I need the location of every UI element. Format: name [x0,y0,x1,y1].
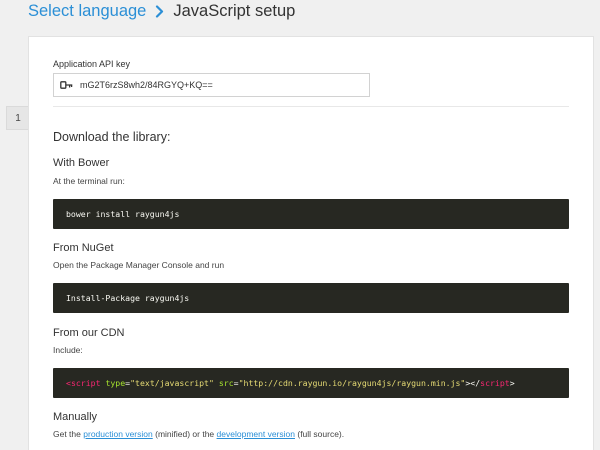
production-version-link[interactable]: production version [83,429,152,439]
api-key-value[interactable]: mG2T6rzS8wh2/84RGYQ+KQ== [80,80,213,90]
nuget-description: Open the Package Manager Console and run [53,260,225,270]
step-indicator: 1 [6,106,29,130]
manual-description: Get the production version (minified) or… [53,429,345,439]
step-number: 1 [15,112,21,124]
bower-heading: With Bower [53,157,110,169]
nuget-heading: From NuGet [53,242,114,254]
cdn-code: <script type="text/javascript" src="http… [66,378,515,388]
nuget-code-block[interactable]: Install-Package raygun4js [53,283,569,313]
chevron-right-icon [155,4,164,18]
development-version-link[interactable]: development version [217,429,295,439]
key-icon [60,81,73,89]
breadcrumb: Select language JavaScript setup [28,0,295,22]
bower-description: At the terminal run: [53,176,125,186]
cdn-code-block[interactable]: <script type="text/javascript" src="http… [53,368,569,398]
api-key-label: Application API key [53,59,131,69]
section-divider [53,106,569,107]
cdn-description: Include: [53,345,83,355]
nuget-command: Install-Package raygun4js [66,293,190,303]
bower-command: bower install raygun4js [66,209,180,219]
download-heading: Download the library: [53,130,171,144]
cdn-heading: From our CDN [53,327,125,339]
api-key-field[interactable]: mG2T6rzS8wh2/84RGYQ+KQ== [53,73,370,97]
breadcrumb-link-select-language[interactable]: Select language [28,2,146,21]
bower-code-block[interactable]: bower install raygun4js [53,199,569,229]
page-title: JavaScript setup [173,1,296,20]
manual-heading: Manually [53,411,98,423]
